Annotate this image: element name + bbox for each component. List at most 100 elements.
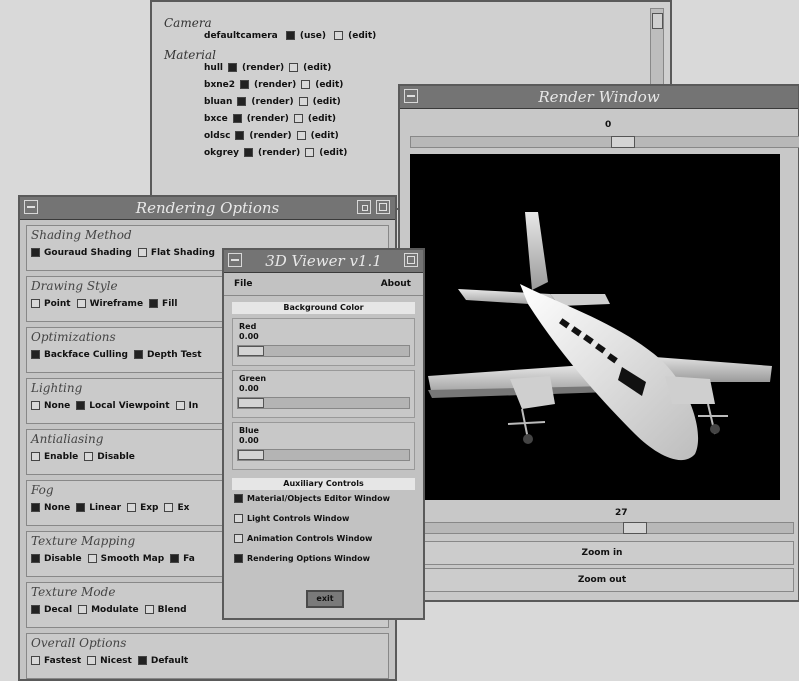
option-item[interactable]: Decal [31, 605, 72, 615]
render-radio[interactable] [227, 63, 237, 72]
option-checkbox[interactable] [76, 401, 86, 410]
slider-thumb[interactable] [238, 450, 264, 460]
maximize-icon[interactable] [404, 253, 418, 267]
render-radio[interactable] [232, 114, 242, 123]
option-item[interactable]: Ex [164, 503, 189, 513]
option-item[interactable]: Enable [31, 452, 78, 462]
render-radio[interactable] [244, 148, 254, 157]
option-checkbox[interactable] [31, 401, 40, 410]
render-radio[interactable] [237, 97, 247, 106]
render-label[interactable]: (render) [254, 80, 296, 90]
viewer-titlebar[interactable]: 3D Viewer v1.1 [224, 250, 423, 273]
option-checkbox[interactable] [78, 605, 88, 614]
file-menu[interactable]: File [234, 279, 252, 289]
edit-radio[interactable] [296, 131, 306, 140]
option-checkbox[interactable] [149, 299, 159, 308]
render-radio[interactable] [235, 131, 245, 140]
render-label[interactable]: (render) [242, 63, 284, 73]
option-checkbox[interactable] [144, 605, 154, 614]
aux-checkbox[interactable] [234, 514, 243, 523]
option-checkbox[interactable] [170, 554, 180, 563]
option-item[interactable]: In [175, 401, 198, 411]
option-checkbox[interactable] [31, 248, 40, 257]
top-slider[interactable] [410, 136, 799, 148]
option-item[interactable]: Nicest [87, 656, 132, 666]
render-label[interactable]: (render) [249, 131, 291, 141]
aux-checkbox[interactable] [234, 554, 243, 563]
option-item[interactable]: Point [31, 299, 71, 309]
option-checkbox[interactable] [31, 554, 40, 563]
option-checkbox[interactable] [31, 299, 40, 308]
option-item[interactable]: Default [137, 656, 188, 666]
edit-radio[interactable] [301, 80, 311, 89]
maximize-icon[interactable] [376, 200, 390, 214]
option-item[interactable]: Backface Culling [31, 350, 128, 360]
aux-control[interactable]: Animation Controls Window [234, 534, 415, 550]
rendering-options-titlebar[interactable]: Rendering Options [20, 197, 395, 220]
edit-radio[interactable] [293, 114, 303, 123]
minimize-icon[interactable] [357, 200, 371, 214]
aux-checkbox[interactable] [234, 534, 243, 543]
edit-label[interactable]: (edit) [313, 97, 341, 107]
render-window-titlebar[interactable]: Render Window [400, 86, 798, 109]
option-checkbox[interactable] [31, 605, 40, 614]
slider-track[interactable] [237, 397, 410, 409]
edit-label[interactable]: (edit) [311, 131, 339, 141]
scroll-thumb[interactable] [652, 13, 663, 29]
option-checkbox[interactable] [31, 503, 40, 512]
option-checkbox[interactable] [31, 452, 40, 461]
option-checkbox[interactable] [31, 350, 40, 359]
option-checkbox[interactable] [76, 299, 86, 308]
camera-use-radio[interactable] [285, 31, 295, 40]
option-item[interactable]: Depth Test [133, 350, 202, 360]
option-checkbox[interactable] [31, 656, 40, 665]
aux-checkbox[interactable] [234, 494, 243, 503]
option-item[interactable]: Fill [149, 299, 177, 309]
option-item[interactable]: Disable [84, 452, 135, 462]
option-item[interactable]: Smooth Map [87, 554, 164, 564]
option-checkbox[interactable] [76, 503, 86, 512]
option-item[interactable]: None [31, 503, 70, 513]
edit-radio[interactable] [289, 63, 299, 72]
zoom-in-button[interactable]: Zoom in [410, 541, 794, 565]
slider-thumb[interactable] [623, 522, 647, 534]
option-item[interactable]: Exp [127, 503, 158, 513]
option-checkbox[interactable] [84, 452, 94, 461]
camera-edit-label[interactable]: (edit) [348, 31, 376, 41]
bottom-slider[interactable] [410, 522, 794, 534]
edit-label[interactable]: (edit) [308, 114, 336, 124]
slider-track[interactable] [237, 449, 410, 461]
slider-thumb[interactable] [611, 136, 635, 148]
option-checkbox[interactable] [127, 503, 137, 512]
edit-label[interactable]: (edit) [319, 148, 347, 158]
zoom-out-button[interactable]: Zoom out [410, 568, 794, 592]
option-checkbox[interactable] [87, 554, 97, 563]
option-item[interactable]: Fastest [31, 656, 81, 666]
option-item[interactable]: Wireframe [76, 299, 143, 309]
render-radio[interactable] [240, 80, 250, 89]
slider-thumb[interactable] [238, 398, 264, 408]
render-canvas[interactable] [410, 154, 780, 500]
exit-button[interactable]: exit [306, 590, 344, 608]
option-item[interactable]: None [31, 401, 70, 411]
option-checkbox[interactable] [175, 401, 185, 410]
edit-label[interactable]: (edit) [303, 63, 331, 73]
option-checkbox[interactable] [137, 248, 147, 257]
aux-control[interactable]: Rendering Options Window [234, 554, 415, 570]
option-item[interactable]: Gouraud Shading [31, 248, 132, 258]
option-item[interactable]: Local Viewpoint [76, 401, 170, 411]
option-item[interactable]: Linear [76, 503, 121, 513]
aux-control[interactable]: Light Controls Window [234, 514, 415, 530]
about-menu[interactable]: About [381, 279, 411, 289]
option-checkbox[interactable] [164, 503, 174, 512]
option-checkbox[interactable] [87, 656, 97, 665]
edit-radio[interactable] [298, 97, 308, 106]
render-label[interactable]: (render) [247, 114, 289, 124]
option-item[interactable]: Blend [144, 605, 187, 615]
option-item[interactable]: Modulate [78, 605, 139, 615]
option-item[interactable]: Flat Shading [137, 248, 215, 258]
option-item[interactable]: Disable [31, 554, 82, 564]
edit-label[interactable]: (edit) [315, 80, 343, 90]
option-item[interactable]: Fa [170, 554, 195, 564]
render-label[interactable]: (render) [258, 148, 300, 158]
